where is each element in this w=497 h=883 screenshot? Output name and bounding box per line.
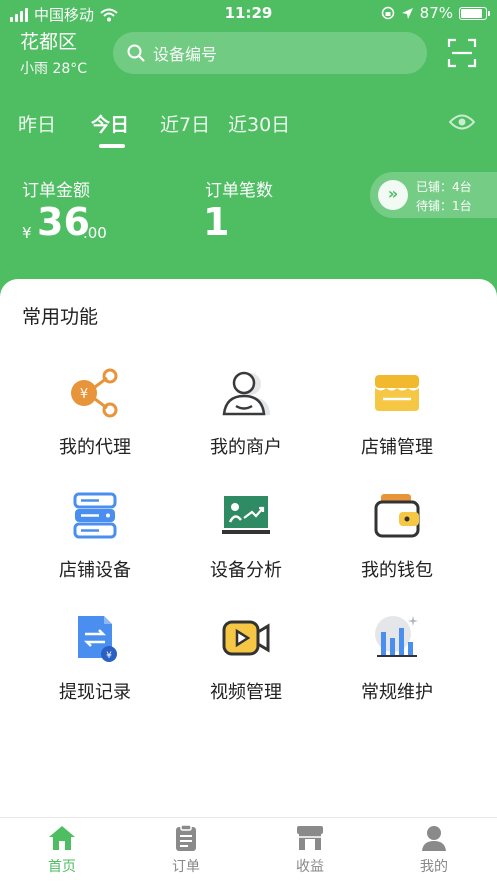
- tab-yesterday[interactable]: 昨日: [18, 110, 56, 137]
- earnings-icon: [297, 826, 323, 850]
- withdraw-icon: ¥: [78, 616, 117, 662]
- tab-last-7-days[interactable]: 近7日: [160, 110, 210, 137]
- nav-orders[interactable]: 订单: [124, 824, 248, 876]
- func-store-device[interactable]: 店铺设备: [20, 490, 170, 582]
- device-icon: [73, 492, 117, 539]
- eye-icon[interactable]: [449, 113, 475, 131]
- date-tabs: 昨日 今日 近7日 近30日: [0, 110, 497, 150]
- search-placeholder: 设备编号: [153, 45, 218, 64]
- func-label: 视频管理: [210, 682, 282, 703]
- nav-label: 收益: [296, 859, 324, 875]
- nav-home[interactable]: 首页: [0, 824, 124, 876]
- location-arrow-icon: [401, 7, 413, 19]
- order-count-value: 1: [203, 200, 230, 244]
- func-store-management[interactable]: 店铺管理: [322, 367, 472, 459]
- func-my-agent[interactable]: ¥ 我的代理: [20, 367, 170, 459]
- order-amount-integer: 36: [37, 200, 90, 244]
- battery-icon: [459, 6, 490, 20]
- weather-label: 小雨 28°C: [20, 61, 88, 77]
- svg-text:¥: ¥: [80, 387, 88, 402]
- svg-text:¥: ¥: [106, 651, 112, 661]
- active-tab-indicator: [99, 144, 125, 148]
- home-icon: [49, 826, 75, 850]
- location-weather[interactable]: 花都区 小雨 28°C: [20, 30, 87, 78]
- scan-icon[interactable]: [447, 38, 477, 68]
- func-my-wallet[interactable]: 我的钱包: [322, 490, 472, 582]
- nav-label: 首页: [48, 859, 76, 875]
- status-bar: 中国移动 11:29 87%: [0, 0, 497, 28]
- tab-last-30-days[interactable]: 近30日: [228, 110, 290, 137]
- store-icon: [375, 375, 419, 411]
- order-amount-decimal: .00: [83, 224, 107, 242]
- func-device-analysis[interactable]: 设备分析: [171, 490, 321, 582]
- profile-icon: [422, 826, 446, 851]
- nav-profile[interactable]: 我的: [372, 824, 496, 876]
- func-my-merchant[interactable]: 我的商户: [171, 367, 321, 459]
- expand-arrow-icon[interactable]: »: [378, 180, 408, 210]
- wallet-icon: [374, 494, 420, 538]
- agent-icon: ¥: [71, 368, 118, 418]
- analysis-icon: [222, 496, 270, 534]
- func-label: 店铺设备: [59, 560, 131, 581]
- func-label: 提现记录: [59, 682, 131, 703]
- device-status-pill[interactable]: » 已铺：4台 待铺：1台: [370, 172, 497, 218]
- functions-title: 常用功能: [22, 306, 99, 328]
- func-video-management[interactable]: 视频管理: [171, 612, 321, 704]
- order-count-label: 订单笔数: [205, 181, 273, 201]
- nav-label: 订单: [172, 859, 200, 875]
- func-label: 我的商户: [210, 437, 282, 458]
- city-label: 花都区: [20, 31, 78, 53]
- search-icon: [127, 44, 145, 62]
- tab-today[interactable]: 今日: [91, 110, 129, 137]
- rotation-lock-icon: [381, 6, 394, 20]
- search-input[interactable]: 设备编号: [113, 32, 427, 74]
- order-amount-label: 订单金额: [22, 181, 90, 201]
- maintenance-icon: [375, 616, 418, 657]
- func-label: 我的代理: [59, 437, 131, 458]
- func-routine-maintenance[interactable]: 常规维护: [322, 612, 472, 704]
- currency-symbol: ¥: [22, 224, 32, 242]
- nav-earnings[interactable]: 收益: [248, 824, 372, 876]
- deployed-count: 已铺：4台: [416, 180, 472, 194]
- battery-fill: [461, 8, 482, 18]
- nav-label: 我的: [420, 859, 448, 875]
- status-right: 87%: [381, 4, 490, 22]
- bottom-nav: 首页 订单 收益 我的: [0, 817, 497, 883]
- func-withdraw-record[interactable]: ¥ 提现记录: [20, 612, 170, 704]
- func-label: 常规维护: [361, 682, 433, 703]
- order-icon: [176, 824, 196, 851]
- func-label: 店铺管理: [361, 437, 433, 458]
- func-label: 设备分析: [210, 560, 282, 581]
- video-icon: [222, 620, 270, 656]
- func-label: 我的钱包: [361, 560, 433, 581]
- merchant-icon: [222, 371, 270, 416]
- pending-count: 待铺：1台: [416, 199, 472, 213]
- battery-percent: 87%: [419, 4, 453, 22]
